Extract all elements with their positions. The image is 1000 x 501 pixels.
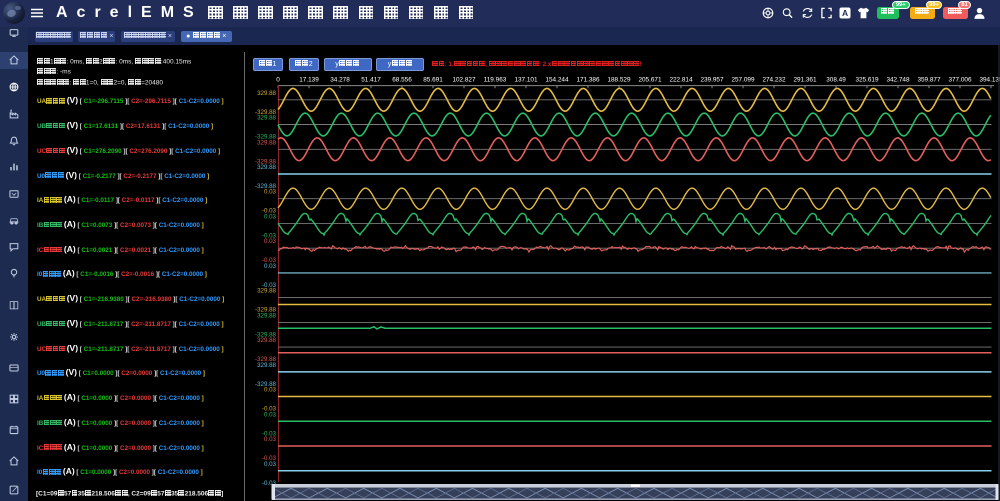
svg-text:0.03: 0.03 <box>264 189 277 196</box>
svg-text:359.877: 359.877 <box>917 77 941 84</box>
svg-text:171.386: 171.386 <box>576 77 600 84</box>
svg-text:329.88: 329.88 <box>257 115 276 122</box>
svg-text:154.244: 154.244 <box>545 77 569 84</box>
svg-text:329.88: 329.88 <box>257 139 276 146</box>
svg-text:51.417: 51.417 <box>361 77 381 84</box>
svg-text:342.748: 342.748 <box>886 77 910 84</box>
svg-text:325.619: 325.619 <box>855 77 879 84</box>
svg-text:102.827: 102.827 <box>452 77 476 84</box>
svg-text:188.529: 188.529 <box>607 77 631 84</box>
svg-text:119.963: 119.963 <box>484 77 507 84</box>
svg-text:377.006: 377.006 <box>948 77 972 84</box>
svg-text:257.099: 257.099 <box>731 77 755 84</box>
svg-text:0.03: 0.03 <box>264 238 277 245</box>
svg-text:274.232: 274.232 <box>762 77 786 84</box>
svg-text:222.814: 222.814 <box>669 77 693 84</box>
svg-text:329.88: 329.88 <box>257 164 276 171</box>
svg-text:308.49: 308.49 <box>826 77 846 84</box>
svg-text:137.101: 137.101 <box>514 77 538 84</box>
svg-text:0: 0 <box>276 77 280 84</box>
svg-text:0.03: 0.03 <box>264 263 277 270</box>
svg-text:0.03: 0.03 <box>264 387 277 394</box>
svg-text:17.139: 17.139 <box>299 77 319 84</box>
svg-text:239.957: 239.957 <box>700 77 724 84</box>
svg-text:329.88: 329.88 <box>257 288 276 295</box>
svg-text:205.671: 205.671 <box>638 77 662 84</box>
svg-text:329.88: 329.88 <box>257 312 276 319</box>
svg-text:329.88: 329.88 <box>257 337 276 344</box>
svg-text:0.03: 0.03 <box>264 461 277 468</box>
svg-text:0.03: 0.03 <box>264 411 277 418</box>
svg-text:68.556: 68.556 <box>392 77 412 84</box>
svg-text:34.278: 34.278 <box>330 77 350 84</box>
svg-text:85.691: 85.691 <box>423 77 443 84</box>
svg-text:329.88: 329.88 <box>257 90 276 97</box>
svg-text:0.03: 0.03 <box>264 436 277 443</box>
svg-text:329.88: 329.88 <box>257 362 276 369</box>
svg-text:0.03: 0.03 <box>264 213 277 220</box>
svg-text:291.361: 291.361 <box>793 77 817 84</box>
